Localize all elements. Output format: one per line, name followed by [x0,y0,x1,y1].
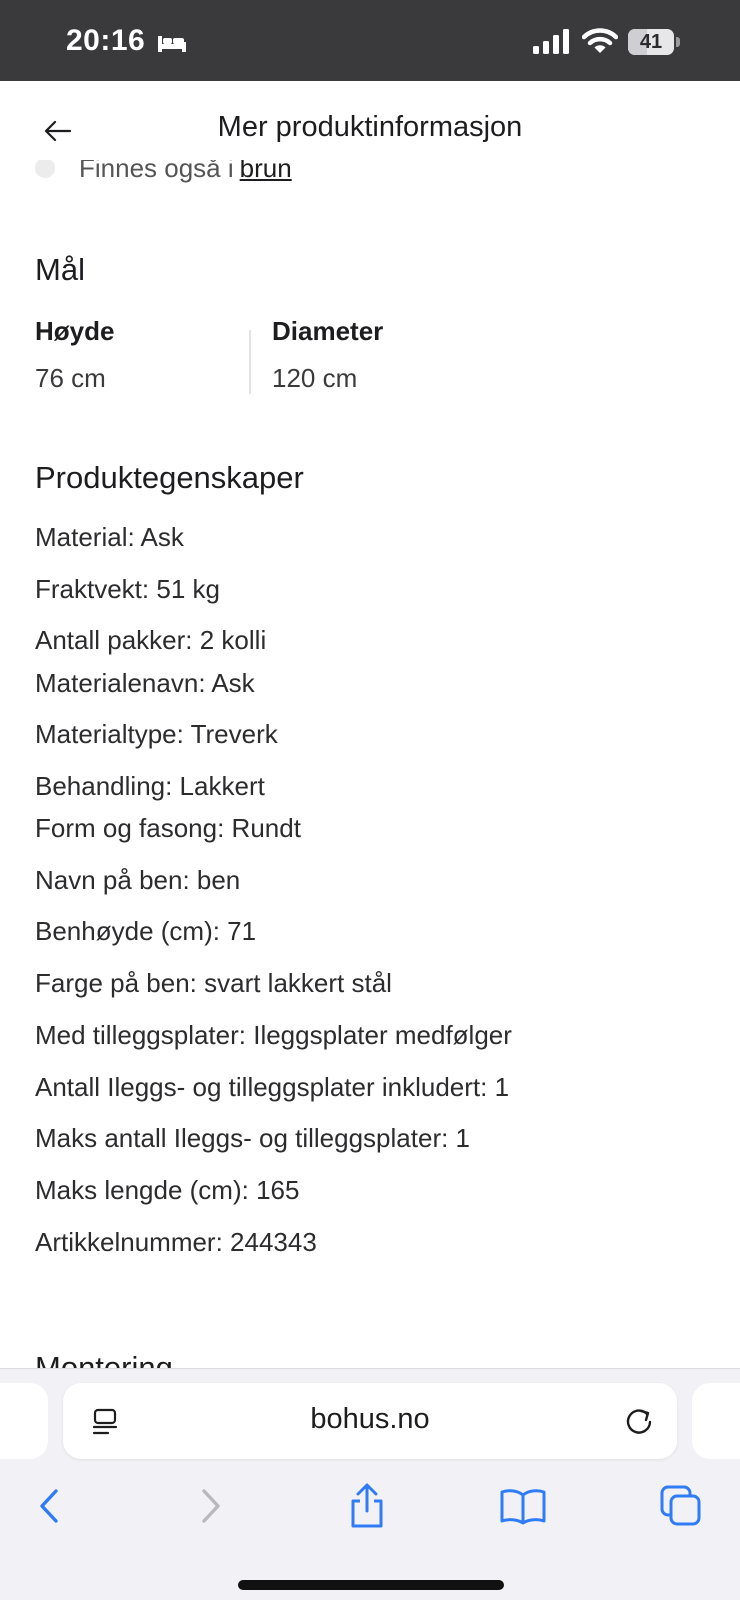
property-item: Navn på ben: ben [35,865,241,895]
property-item: Behandling: Lakkert [35,771,265,801]
page-title: Mer produktinformasjon [217,111,523,143]
wifi-icon [582,28,618,53]
property-item: Materialtype: Treverk [35,719,278,749]
back-icon [40,1489,58,1523]
battery-indicator: 41 [628,29,680,55]
property-item: Antall pakker: 2 kolli [35,625,267,655]
bed-icon [158,36,186,52]
properties-title: Produktegenskaper [35,460,304,495]
tabs-icon [660,1485,701,1526]
dimensions-title: Mål [35,252,85,287]
forward-icon [202,1489,220,1523]
home-indicator[interactable] [238,1580,504,1590]
property-item: Farge på ben: svart lakkert stål [35,968,392,998]
property-item: Maks lengde (cm): 165 [35,1175,300,1205]
bookmarks-button[interactable] [498,1481,548,1531]
status-time: 20:16 [66,24,146,57]
browser-bar: bohus.no [0,1368,740,1600]
also-available-link[interactable]: brun [240,160,292,184]
dimension-divider [249,330,251,394]
bookmarks-icon [500,1489,546,1525]
property-item: Material: Ask [35,522,184,552]
property-item: Benhøyde (cm): 71 [35,916,257,946]
cellular-signal-icon [533,29,569,54]
battery-level: 41 [639,31,663,53]
share-button[interactable] [342,1481,392,1531]
dimension-value: 120 cm [272,363,358,393]
page: 20:16 41 Mer produktinformasjon Finnes o… [0,0,740,1600]
address-bar[interactable]: bohus.no [63,1383,677,1459]
back-nav-button[interactable] [24,1481,74,1531]
property-item: Form og fasong: Rundt [35,813,301,843]
dimension-value: 76 cm [35,363,106,393]
battery-cap [676,37,680,47]
dimension-label: Diameter [272,316,384,346]
property-item: Materialenavn: Ask [35,668,255,698]
property-item: Maks antall Ileggs- og tilleggsplater: 1 [35,1123,471,1153]
also-available-row: Finnes også i brun [35,160,292,184]
property-item: Artikkelnummer: 244343 [35,1227,317,1257]
also-available-text: Finnes også i [79,160,234,183]
forward-nav-button[interactable] [186,1481,236,1531]
previous-tab-peek[interactable] [0,1383,48,1459]
mounting-title: Montering [35,1350,173,1368]
property-item: Med tilleggsplater: Ileggsplater medfølg… [35,1020,512,1050]
next-tab-peek[interactable] [692,1383,740,1459]
share-icon [351,1483,383,1528]
property-item: Fraktvekt: 51 kg [35,574,220,604]
reload-icon[interactable] [623,1405,655,1437]
product-info-content[interactable]: Finnes også i brun Mål Høyde 76 cm Diame… [0,160,740,1368]
battery-body: 41 [628,29,674,55]
status-bar: 20:16 41 [0,0,740,81]
dimension-label: Høyde [35,316,115,346]
tabs-button[interactable] [656,1481,706,1531]
property-item: Antall Ileggs- og tilleggsplater inklude… [35,1072,510,1102]
url-text[interactable]: bohus.no [63,1403,677,1436]
color-swatch[interactable] [35,160,55,178]
